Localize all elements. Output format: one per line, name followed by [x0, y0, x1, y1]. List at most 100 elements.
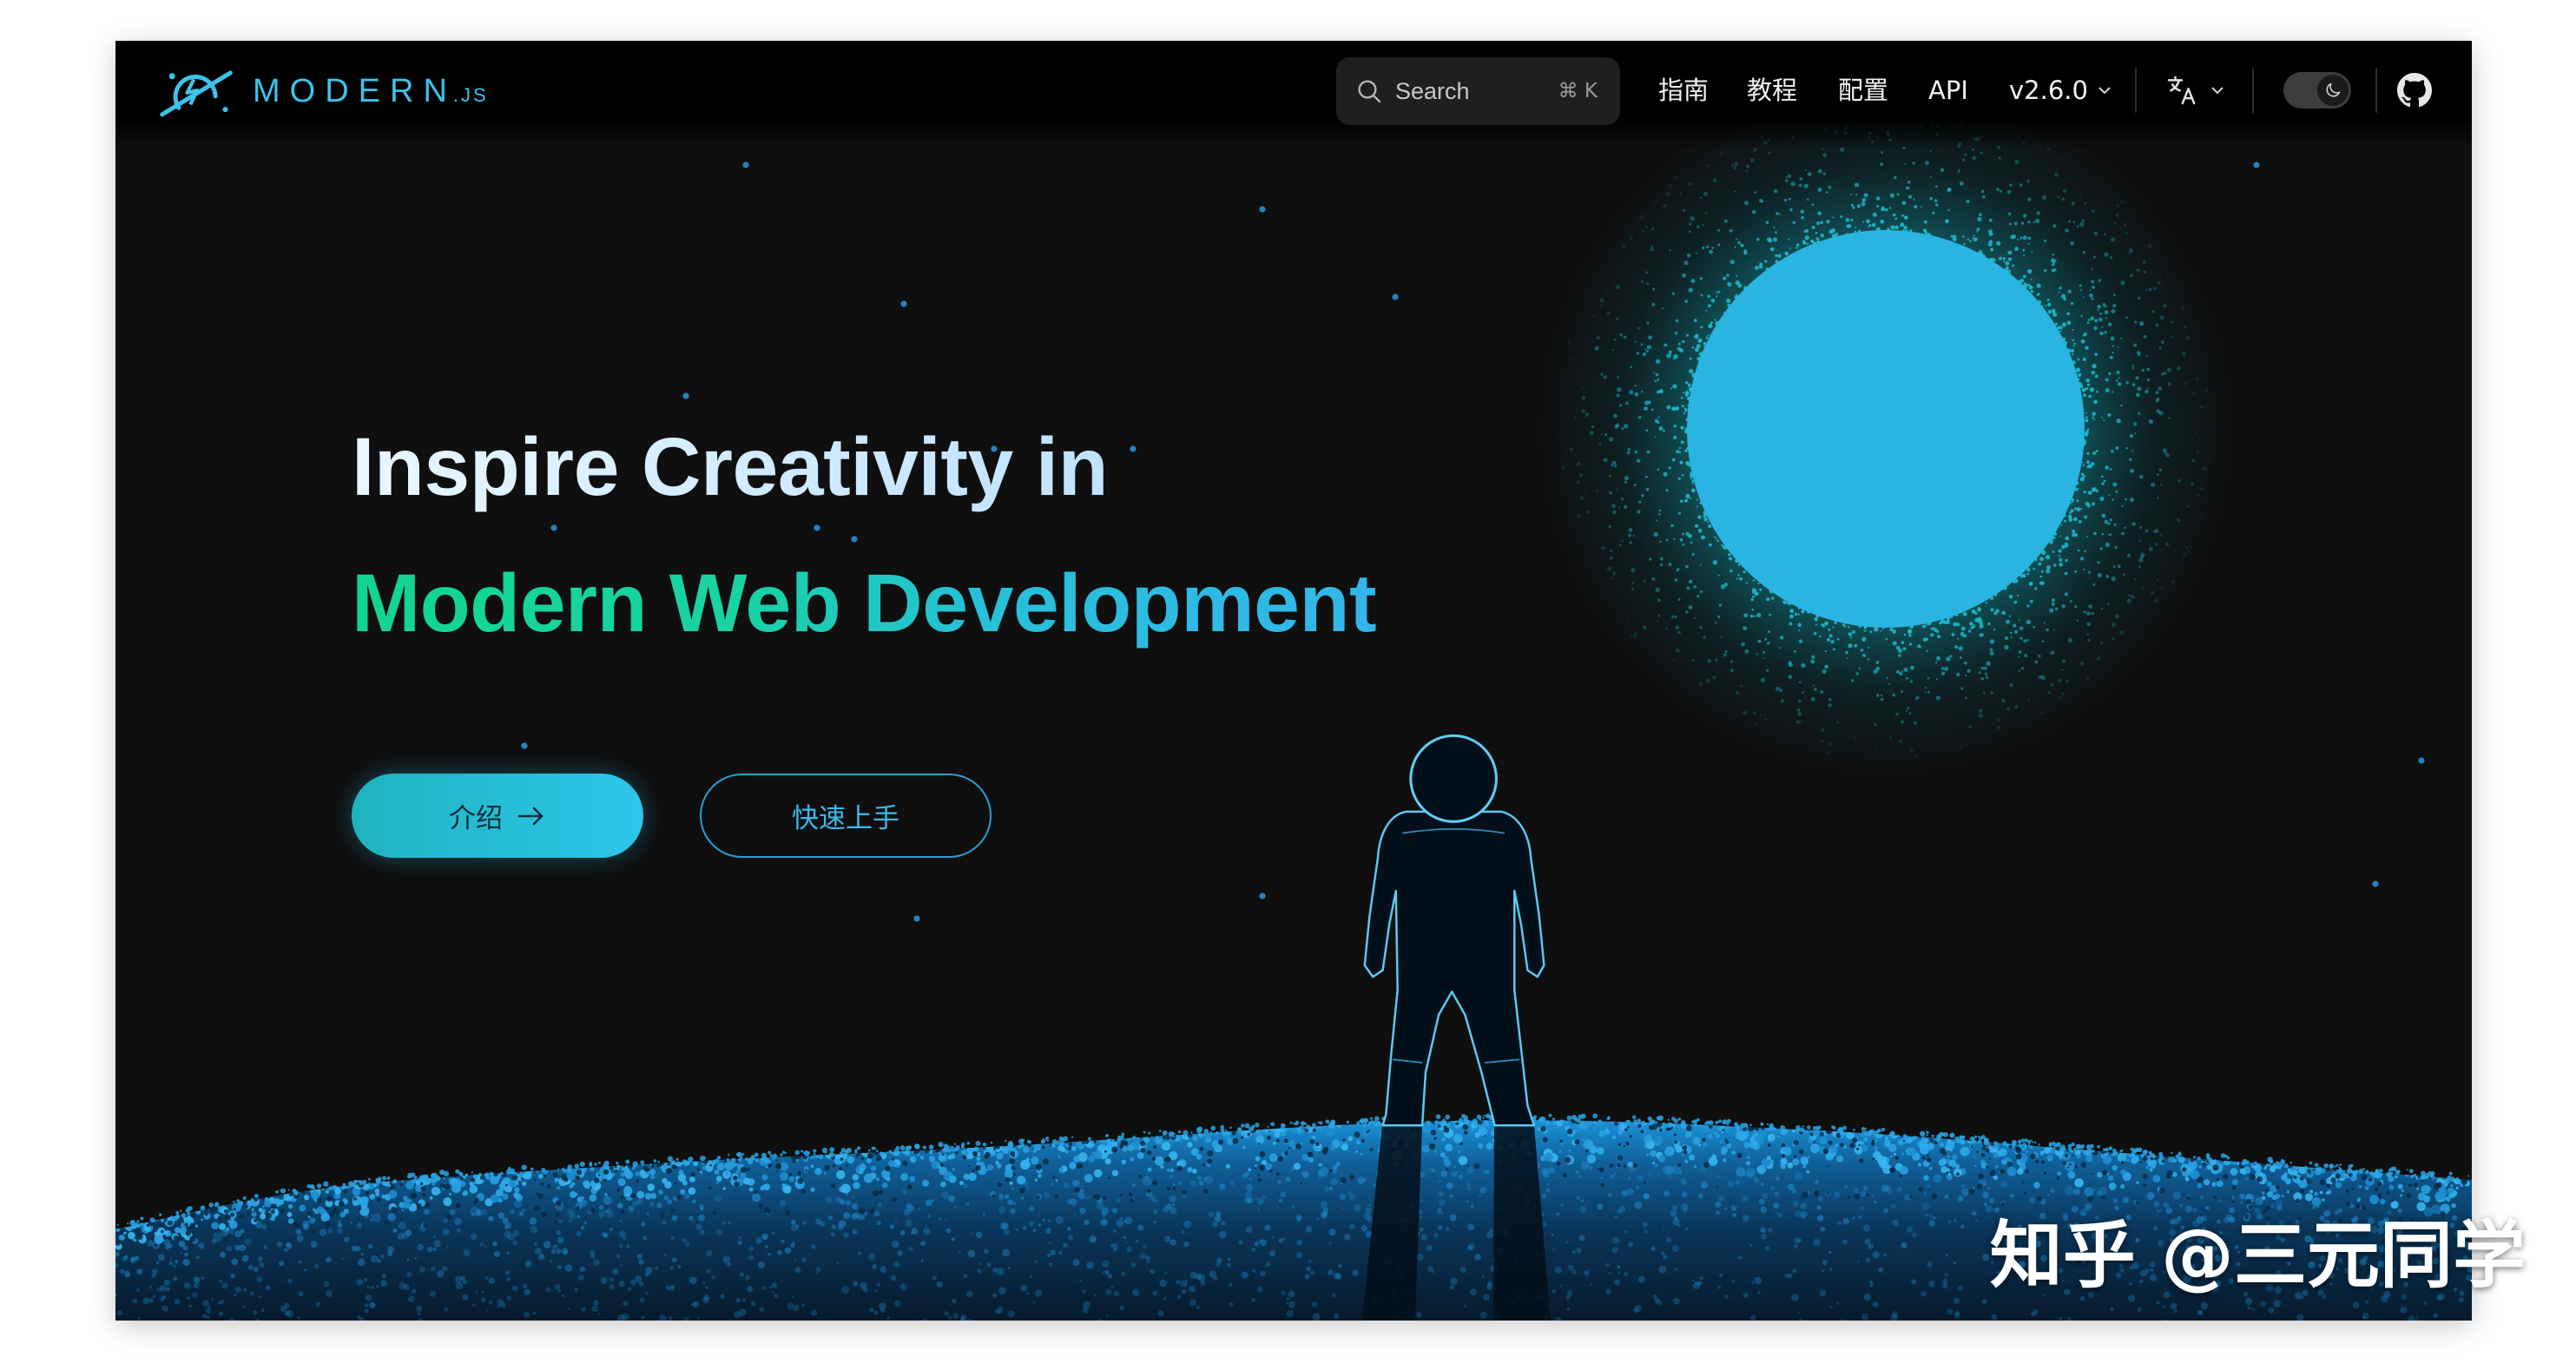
moon-speckle-dot: [2061, 604, 2065, 609]
moon-speckle-dot: [2112, 352, 2114, 354]
ground-shadow-dot: [1288, 1147, 1291, 1149]
ground-shadow-dot: [1598, 1167, 1604, 1173]
ground-speckle-dot: [184, 1252, 189, 1257]
ground-shadow-dot: [590, 1208, 596, 1213]
ground-speckle-dot: [1672, 1218, 1680, 1226]
ground-speckle-dot: [1718, 1273, 1723, 1277]
ground-shadow-dot: [190, 1212, 196, 1218]
ground-speckle-dot: [1310, 1270, 1315, 1275]
moon-speckle-dot: [1615, 284, 1620, 290]
ground-speckle-dot: [1724, 1207, 1728, 1210]
moon-speckle-dot: [1914, 205, 1918, 209]
ground-speckle-dot: [1730, 1205, 1737, 1211]
moon-speckle-dot: [2014, 159, 2019, 165]
moon-speckle-dot: [1789, 247, 1791, 250]
moon-speckle-dot: [1652, 287, 1656, 291]
moon-speckle-dot: [2084, 550, 2086, 553]
moon-speckle-dot: [2027, 197, 2032, 201]
ground-speckle-dot: [1635, 1185, 1640, 1189]
ground-speckle-dot: [1901, 1152, 1905, 1156]
moon-speckle-dot: [2070, 240, 2075, 246]
ground-shadow-dot: [1918, 1187, 1923, 1192]
ground-speckle-dot: [155, 1261, 160, 1265]
moon-speckle-dot: [1988, 240, 1993, 244]
moon-speckle-dot: [2073, 532, 2079, 537]
ground-speckle-dot: [1150, 1268, 1156, 1275]
moon-speckle-dot: [2183, 326, 2187, 329]
ground-shadow-dot: [1241, 1136, 1244, 1139]
ground-speckle-dot: [689, 1176, 695, 1182]
ground-speckle-dot: [761, 1233, 768, 1241]
ground-speckle-dot: [1820, 1226, 1826, 1232]
ground-speckle-dot: [1829, 1305, 1833, 1308]
ground-speckle-dot: [405, 1229, 412, 1236]
moon-speckle-dot: [2017, 239, 2019, 241]
moon-speckle-dot: [2129, 458, 2132, 461]
moon-speckle-dot: [2120, 200, 2125, 205]
ground-speckle-dot: [1575, 1170, 1579, 1175]
ground-speckle-dot: [1107, 1273, 1113, 1279]
ground-speckle-dot: [1280, 1191, 1286, 1198]
ground-speckle-dot: [1093, 1169, 1103, 1178]
moon-speckle-dot: [1624, 476, 1629, 481]
moon-speckle-dot: [2052, 263, 2055, 267]
ground-speckle-dot: [1445, 1227, 1450, 1231]
ground-speckle-dot: [899, 1283, 908, 1291]
moon-speckle-dot: [1691, 374, 1695, 378]
ground-speckle-dot: [157, 1254, 165, 1261]
moon-speckle-dot: [2092, 364, 2097, 369]
moon-speckle-dot: [2077, 549, 2080, 552]
ground-speckle-dot: [925, 1224, 928, 1227]
moon-speckle-dot: [1850, 636, 1853, 639]
ground-speckle-dot: [583, 1182, 591, 1189]
ground-speckle-dot: [1715, 1210, 1721, 1215]
moon-speckle-dot: [2035, 218, 2040, 224]
ground-speckle-dot: [952, 1167, 956, 1171]
ground-speckle-dot: [524, 1260, 532, 1268]
moon-speckle-dot: [2040, 711, 2045, 715]
ground-speckle-dot: [604, 1193, 608, 1196]
ground-speckle-dot: [1746, 1161, 1751, 1166]
ground-speckle-dot: [1634, 1201, 1643, 1209]
ground-speckle-dot: [597, 1312, 601, 1315]
ground-speckle-dot: [1469, 1288, 1477, 1296]
ground-shadow-dot: [1111, 1146, 1118, 1153]
ground-speckle-dot: [1113, 1291, 1119, 1297]
ground-shadow-dot: [2164, 1154, 2169, 1159]
moon-speckle-dot: [2139, 322, 2144, 326]
moon-speckle-dot: [1822, 172, 1826, 175]
ground-shadow-dot: [543, 1174, 547, 1177]
ground-speckle-dot: [343, 1209, 349, 1215]
moon-speckle-dot: [1811, 225, 1815, 229]
ground-shadow-dot: [293, 1221, 300, 1228]
moon-speckle-dot: [2023, 254, 2026, 257]
moon-speckle-dot: [1626, 451, 1631, 455]
moon-speckle-dot: [1756, 238, 1760, 241]
ground-speckle-dot: [1878, 1159, 1888, 1169]
ground-shadow-dot: [2391, 1199, 2395, 1202]
ground-speckle-dot: [579, 1266, 585, 1272]
ground-speckle-dot: [2251, 1308, 2255, 1311]
moon-speckle-dot: [2080, 507, 2083, 511]
ground-speckle-dot: [2073, 1188, 2081, 1196]
moon-speckle-dot: [1617, 375, 1619, 379]
moon-speckle-dot: [2061, 322, 2067, 327]
ground-speckle-dot: [303, 1195, 310, 1201]
ground-speckle-dot: [623, 1237, 627, 1241]
moon-speckle-dot: [2028, 285, 2033, 290]
ground-shadow-dot: [2332, 1168, 2336, 1172]
ground-shadow-dot: [1559, 1139, 1564, 1143]
ground-shadow-dot: [2231, 1185, 2237, 1190]
ground-speckle-dot: [1544, 1169, 1548, 1172]
ground-speckle-dot: [1069, 1162, 1077, 1169]
ground-shadow-dot: [1685, 1125, 1692, 1131]
ground-speckle-dot: [1991, 1314, 1998, 1321]
ground-speckle-dot: [1209, 1211, 1215, 1218]
moon-speckle-dot: [2144, 529, 2149, 533]
ground-shadow-dot: [1677, 1163, 1682, 1168]
moon-speckle-dot: [2046, 299, 2050, 301]
moon-speckle-dot: [2052, 254, 2054, 256]
ground-speckle-dot: [1020, 1159, 1031, 1170]
ground-speckle-dot: [2390, 1201, 2399, 1209]
ground-speckle-dot: [183, 1281, 191, 1289]
